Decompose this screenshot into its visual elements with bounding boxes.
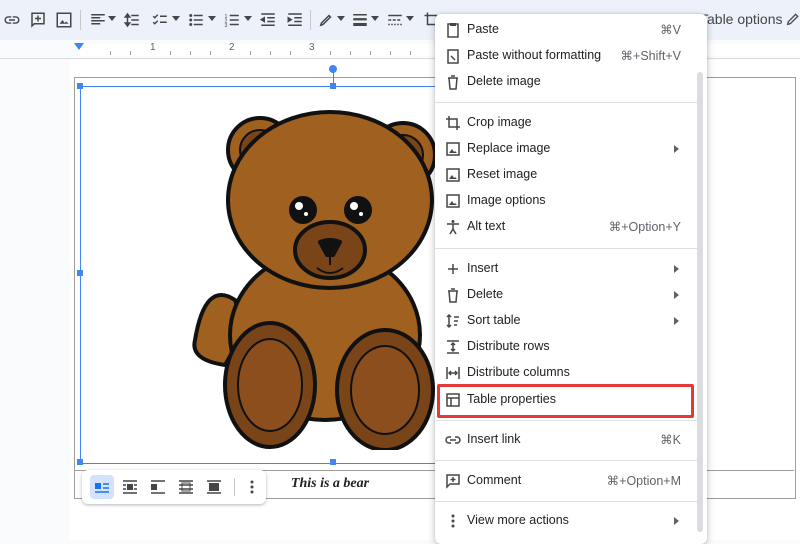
- menu-label: Paste without formatting: [467, 48, 602, 62]
- menu-item-insert-link[interactable]: Insert link ⌘K: [435, 427, 707, 453]
- more-options-icon[interactable]: [240, 475, 264, 499]
- numbered-list-icon[interactable]: 123: [220, 8, 244, 32]
- menu-label: Distribute columns: [467, 365, 570, 379]
- accessibility-icon: [445, 219, 461, 235]
- caption-text[interactable]: This is a bear: [250, 476, 410, 492]
- sort-icon: [445, 313, 461, 329]
- rotation-handle[interactable]: [329, 65, 337, 73]
- menu-label: Sort table: [467, 313, 521, 327]
- menu-label: Distribute rows: [467, 339, 550, 353]
- menu-label: Image options: [467, 193, 546, 207]
- checklist-icon[interactable]: [148, 8, 172, 32]
- image-icon: [445, 141, 461, 157]
- menu-item-paste-without-formatting[interactable]: Paste without formatting ⌘+Shift+V: [435, 43, 707, 69]
- menu-item-crop-image[interactable]: Crop image: [435, 110, 707, 136]
- menu-item-comment[interactable]: Comment ⌘+Option+M: [435, 468, 707, 494]
- menu-label: View more actions: [467, 513, 569, 527]
- resize-handle[interactable]: [77, 459, 83, 465]
- menu-label: Insert: [467, 261, 499, 275]
- menu-label: Delete: [467, 287, 504, 301]
- menu-label: Crop image: [467, 115, 532, 129]
- border-dash-icon[interactable]: [383, 8, 407, 32]
- bulleted-list-icon[interactable]: [184, 8, 208, 32]
- border-width-icon[interactable]: [348, 8, 372, 32]
- ruler-number: 1: [150, 42, 156, 53]
- wrap-text-icon[interactable]: [118, 475, 142, 499]
- menu-item-replace-image[interactable]: Replace image: [435, 136, 707, 162]
- menu-item-view-more-actions[interactable]: View more actions: [435, 508, 707, 534]
- menu-item-paste[interactable]: Paste ⌘V: [435, 17, 707, 43]
- resize-handle[interactable]: [77, 83, 83, 89]
- resize-handle[interactable]: [330, 83, 336, 89]
- menu-item-delete-image[interactable]: Delete image: [435, 69, 707, 95]
- menu-label: Replace image: [467, 141, 551, 155]
- highlight-pen-icon[interactable]: [314, 8, 338, 32]
- table-options-button[interactable]: Table options: [700, 11, 783, 27]
- trash-icon: [445, 74, 461, 90]
- increase-indent-icon[interactable]: [283, 8, 307, 32]
- paste-plain-icon: [445, 48, 461, 64]
- more-vert-icon: [445, 513, 461, 529]
- align-icon[interactable]: [86, 8, 110, 32]
- highlight-box: [437, 384, 694, 418]
- edit-pencil-icon[interactable]: [785, 11, 800, 27]
- image-float-toolbar: [82, 470, 266, 504]
- line-spacing-icon[interactable]: [120, 8, 144, 32]
- menu-shortcut: ⌘V: [660, 23, 681, 37]
- distribute-columns-icon: [445, 365, 461, 381]
- link-icon[interactable]: [0, 8, 24, 32]
- menu-item-delete[interactable]: Delete: [435, 282, 707, 308]
- menu-item-sort-table[interactable]: Sort table: [435, 308, 707, 334]
- context-menu: Paste ⌘V Paste without formatting ⌘+Shif…: [435, 14, 707, 544]
- menu-item-image-options[interactable]: Image options: [435, 188, 707, 214]
- menu-item-reset-image[interactable]: Reset image: [435, 162, 707, 188]
- insert-image-icon[interactable]: [52, 8, 76, 32]
- submenu-arrow-icon: [674, 517, 679, 525]
- trash-icon: [445, 287, 461, 303]
- menu-shortcut: ⌘+Option+Y: [608, 220, 681, 234]
- in-front-of-text-icon[interactable]: [202, 475, 226, 499]
- menu-item-insert[interactable]: Insert: [435, 256, 707, 282]
- ruler-number: 2: [229, 42, 235, 53]
- paste-icon: [445, 22, 461, 38]
- menu-label: Paste: [467, 22, 499, 36]
- menu-shortcut: ⌘K: [660, 433, 681, 447]
- menu-label: Reset image: [467, 167, 538, 181]
- indent-marker[interactable]: [74, 43, 84, 50]
- menu-label: Delete image: [467, 74, 541, 88]
- menu-label: Insert link: [467, 432, 521, 446]
- menu-item-distribute-rows[interactable]: Distribute rows: [435, 334, 707, 360]
- svg-text:3: 3: [225, 23, 228, 29]
- menu-item-distribute-columns[interactable]: Distribute columns: [435, 360, 707, 386]
- add-comment-icon[interactable]: [26, 8, 50, 32]
- break-text-icon[interactable]: [146, 475, 170, 499]
- image-icon: [445, 167, 461, 183]
- menu-shortcut: ⌘+Option+M: [606, 474, 681, 488]
- submenu-arrow-icon: [674, 145, 679, 153]
- link-icon: [445, 432, 461, 448]
- plus-icon: [445, 261, 461, 277]
- ruler-number: 3: [309, 42, 315, 53]
- behind-text-icon[interactable]: [174, 475, 198, 499]
- add-comment-icon: [445, 473, 461, 489]
- menu-label: Alt text: [467, 219, 506, 233]
- distribute-rows-icon: [445, 339, 461, 355]
- inline-icon[interactable]: [90, 475, 114, 499]
- menu-shortcut: ⌘+Shift+V: [620, 49, 681, 63]
- submenu-arrow-icon: [674, 317, 679, 325]
- resize-handle[interactable]: [77, 270, 83, 276]
- menu-item-alt-text[interactable]: Alt text ⌘+Option+Y: [435, 214, 707, 240]
- image-icon: [445, 193, 461, 209]
- crop-icon: [445, 115, 461, 131]
- menu-label: Comment: [467, 473, 522, 487]
- submenu-arrow-icon: [674, 291, 679, 299]
- menu-scrollbar[interactable]: [697, 72, 703, 532]
- resize-handle[interactable]: [330, 459, 336, 465]
- decrease-indent-icon[interactable]: [256, 8, 280, 32]
- submenu-arrow-icon: [674, 265, 679, 273]
